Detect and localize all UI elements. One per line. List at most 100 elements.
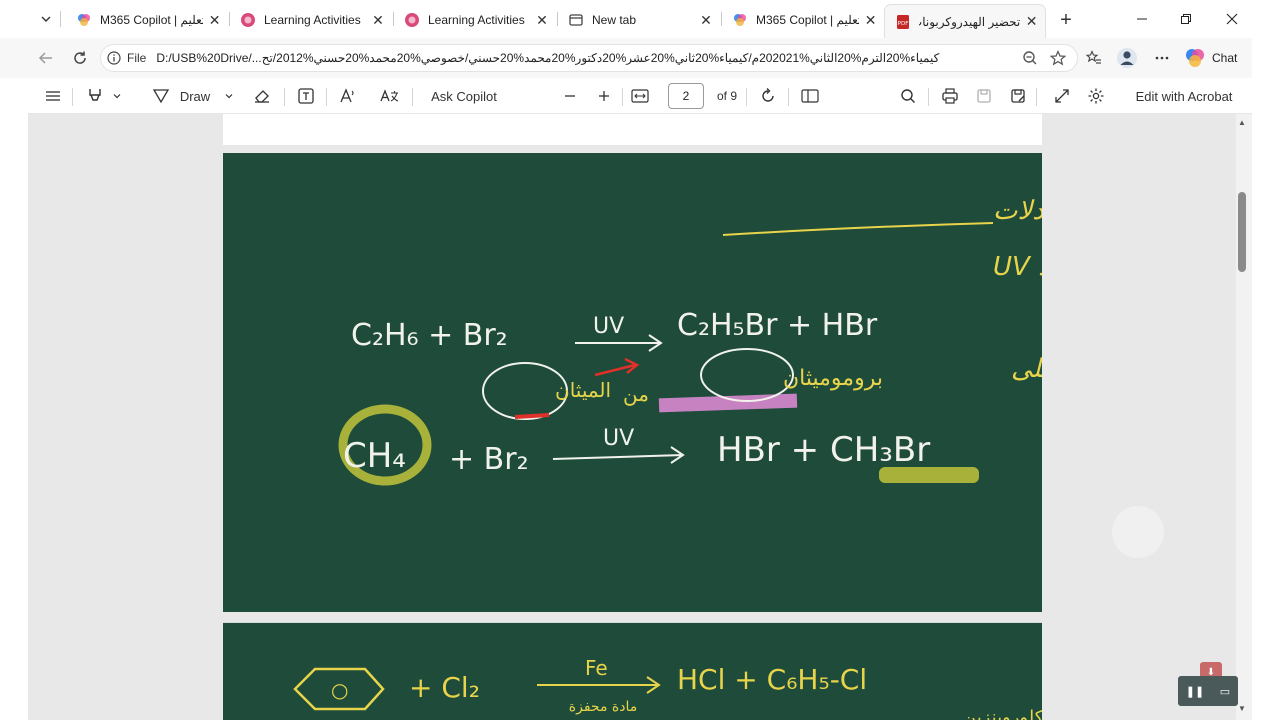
tab-pdf-active[interactable]: PDF تحضير الهيدروكربونات ✕ — [884, 4, 1046, 38]
contents-button[interactable] — [42, 84, 64, 108]
find-button[interactable] — [896, 84, 920, 108]
copilot-icon — [734, 14, 746, 26]
handwritten-content: ○ + Cl₂ Fe مادة محفزة HCl + C₆H₅-Cl كلور… — [293, 656, 1042, 720]
close-icon[interactable]: ✕ — [863, 12, 878, 28]
favorites-icon[interactable] — [1082, 46, 1106, 70]
tab-m365-copilot-2[interactable]: M365 Copilot | التعليم ✕ — [722, 6, 884, 34]
red-arrow — [594, 357, 640, 377]
picture-in-picture-icon[interactable]: ▭ — [1220, 685, 1230, 698]
print-button[interactable] — [938, 84, 962, 108]
address-bar[interactable]: File D:/USB%20Drive/...كيمياء%20الترم%20… — [100, 44, 1078, 72]
settings-button[interactable] — [1084, 84, 1108, 108]
fit-width-button[interactable] — [628, 84, 652, 108]
add-text-button[interactable] — [294, 84, 318, 108]
scrollbar-thumb[interactable] — [1238, 192, 1246, 272]
pdf-toolbar: Draw Ask Copilot 2 of 9 Edit with Acroba… — [28, 78, 1252, 114]
chat-label: Chat — [1212, 51, 1238, 65]
benzene-symbol: ○ — [331, 678, 348, 702]
url-text[interactable]: D:/USB%20Drive/...كيمياء%20الترم%20الثان… — [156, 51, 1077, 65]
divider — [72, 88, 73, 106]
pdf-page-3: ○ + Cl₂ Fe مادة محفزة HCl + C₆H₅-Cl كلور… — [223, 622, 1042, 720]
edit-with-acrobat-button[interactable]: Edit with Acrobat — [1128, 84, 1240, 108]
divider — [1036, 88, 1037, 106]
page-view-button[interactable] — [798, 84, 822, 108]
heading-underline — [722, 222, 994, 236]
cursor-highlight — [1112, 506, 1164, 558]
address-toolbar: File D:/USB%20Drive/...كيمياء%20الترم%20… — [0, 38, 1280, 78]
translate-button[interactable] — [378, 84, 402, 108]
new-tab-button[interactable]: + — [1054, 8, 1078, 32]
favorite-star-icon[interactable] — [1046, 46, 1070, 70]
rotate-button[interactable] — [756, 84, 780, 108]
erase-button[interactable] — [250, 84, 274, 108]
arrow-left-icon — [38, 52, 52, 64]
divider — [788, 88, 789, 106]
tab-m365-copilot-1[interactable]: M365 Copilot | التعليم ✕ — [66, 6, 228, 34]
svg-text:PDF: PDF — [898, 21, 909, 27]
tab-title: M365 Copilot | التعليم — [100, 13, 203, 27]
ch3br-highlight — [879, 467, 979, 483]
save-as-button[interactable] — [1006, 84, 1030, 108]
scroll-up-arrow-icon[interactable]: ▲ — [1238, 118, 1246, 127]
close-icon[interactable]: ✕ — [207, 12, 222, 28]
ask-copilot-label: Ask Copilot — [431, 88, 497, 104]
read-aloud-button[interactable] — [336, 84, 360, 108]
page-number-input[interactable]: 2 — [668, 83, 704, 109]
reload-button[interactable] — [68, 46, 92, 70]
info-icon[interactable] — [101, 51, 127, 65]
product-name: كلوروبنزين — [963, 707, 1042, 720]
tab-strip: M365 Copilot | التعليم ✕ Learning Activi… — [0, 0, 1280, 38]
pdf-icon: PDF — [897, 14, 909, 29]
fit-width-icon — [631, 89, 649, 103]
eq2-products: HBr + CH₃Br — [717, 430, 930, 470]
highlight-button[interactable] — [82, 84, 126, 108]
zoom-out-button[interactable] — [558, 84, 582, 108]
profile-avatar[interactable] — [1115, 46, 1139, 70]
pause-icon[interactable]: ❚❚ — [1186, 685, 1204, 698]
close-icon[interactable]: ✕ — [370, 12, 386, 28]
target-compound: بروموميثان — [783, 366, 883, 391]
draw-button[interactable]: Draw — [148, 84, 238, 108]
tab-title: M365 Copilot | التعليم — [756, 13, 859, 27]
close-icon[interactable]: ✕ — [698, 12, 714, 28]
copilot-icon — [1186, 49, 1204, 67]
full-screen-button[interactable] — [1050, 84, 1074, 108]
close-icon[interactable]: ✕ — [534, 12, 550, 28]
eq2-reactant: CH₄ — [343, 436, 406, 476]
tab-actions-menu-button[interactable] — [34, 8, 58, 30]
expand-icon — [1055, 89, 1069, 103]
minimize-button[interactable] — [1120, 6, 1164, 32]
zoom-in-button[interactable] — [592, 84, 616, 108]
copilot-chat-button[interactable]: Chat — [1184, 44, 1237, 72]
restore-icon — [1181, 14, 1191, 24]
catalyst-fe: Fe — [585, 656, 608, 680]
save-button[interactable] — [972, 84, 996, 108]
pdf-viewer[interactable]: وضح كتابة المعادلات ① تفاعل الإيثان مع ا… — [28, 114, 1252, 720]
read-aloud-icon — [340, 88, 354, 103]
search-icon — [901, 89, 915, 103]
back-button[interactable] — [34, 46, 58, 70]
tab-new-tab[interactable]: New tab ✕ — [558, 6, 720, 34]
text-box-icon — [298, 88, 314, 104]
more-options-icon[interactable] — [1150, 46, 1174, 70]
page-1-bottom — [223, 114, 1042, 145]
zoom-icon[interactable] — [1018, 46, 1042, 70]
copilot-icon — [78, 14, 90, 26]
media-mini-player[interactable]: ❚❚ ▭ — [1178, 676, 1238, 706]
chevron-down-icon — [41, 16, 51, 22]
highlighter-icon — [89, 89, 101, 101]
scroll-down-arrow-icon[interactable]: ▼ — [1238, 704, 1246, 713]
gear-icon — [1088, 88, 1104, 104]
ask-copilot-button[interactable]: Ask Copilot — [424, 84, 504, 108]
chevron-down-icon — [113, 94, 121, 99]
divider — [928, 88, 929, 106]
eq2-br2: + Br₂ — [449, 442, 529, 477]
tab-learning-activities-2[interactable]: Learning Activities ✕ — [394, 6, 556, 34]
close-icon[interactable]: ✕ — [1024, 13, 1039, 30]
restore-button[interactable] — [1164, 6, 1208, 32]
close-window-button[interactable] — [1210, 6, 1254, 32]
tab-title: Learning Activities — [428, 13, 525, 27]
rotate-icon — [762, 88, 774, 102]
tab-learning-activities-1[interactable]: Learning Activities ✕ — [230, 6, 392, 34]
source-compound: الميثان — [555, 378, 611, 402]
